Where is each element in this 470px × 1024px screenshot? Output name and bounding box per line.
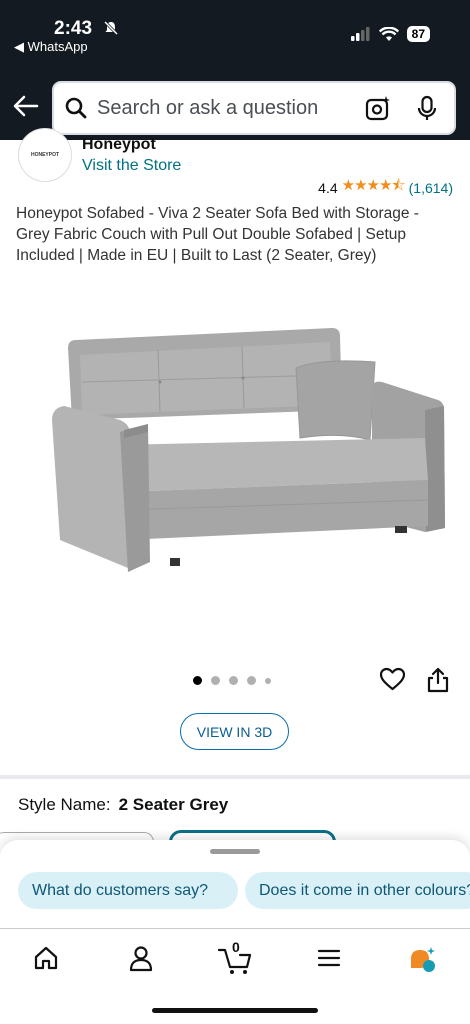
style-selector: Style Name: 2 Seater Grey — [18, 795, 228, 815]
menu-icon[interactable] — [316, 945, 342, 971]
cart-count: 0 — [232, 939, 240, 955]
product-image[interactable] — [20, 300, 450, 590]
status-icons: 87 — [350, 26, 430, 42]
suggestion-chip[interactable]: Does it come in other colours? — [245, 872, 470, 909]
style-value: 2 Seater Grey — [118, 795, 229, 814]
battery-indicator: 87 — [406, 26, 430, 42]
rating-summary[interactable]: 4.4 ★★★★⯪ (1,614) — [318, 175, 453, 200]
cart-button[interactable]: 0 — [217, 939, 252, 980]
product-title: Honeypot Sofabed - Viva 2 Seater Sofa Be… — [16, 205, 419, 264]
status-time: 2:43 — [54, 18, 93, 39]
share-icon[interactable] — [426, 666, 450, 694]
wifi-icon — [378, 26, 399, 41]
signal-icon — [350, 27, 370, 41]
heart-icon[interactable] — [379, 667, 406, 692]
style-label: Style Name: — [18, 795, 111, 814]
search-icon — [65, 97, 87, 119]
silent-bell-icon — [103, 20, 119, 36]
carousel-dot[interactable] — [211, 676, 220, 685]
carousel-dot[interactable] — [229, 676, 238, 685]
home-icon[interactable] — [33, 945, 59, 971]
carousel-dot[interactable] — [247, 676, 256, 685]
rating-value: 4.4 — [318, 179, 338, 196]
home-indicator — [152, 1008, 318, 1013]
star-rating-icon: ★★★★⯪ — [341, 177, 406, 194]
microphone-icon[interactable] — [416, 95, 438, 123]
sheet-grabber[interactable] — [210, 849, 260, 854]
ai-assistant-icon[interactable] — [408, 945, 438, 975]
top-bar: 2:43 ◀ WhatsApp 87 Search or ask a quest… — [0, 0, 470, 140]
account-icon[interactable] — [129, 945, 153, 973]
carousel-dot[interactable] — [265, 677, 271, 684]
section-divider — [0, 775, 470, 779]
camera-lens-icon[interactable] — [364, 95, 392, 123]
suggestion-chip[interactable]: What do customers say? — [18, 872, 238, 909]
carousel-dot[interactable] — [193, 676, 202, 685]
search-bar[interactable]: Search or ask a question — [52, 81, 456, 135]
store-logo[interactable]: HONEYPOT — [18, 128, 72, 182]
back-arrow-icon[interactable] — [12, 94, 40, 118]
store-logo-text: HONEYPOT — [30, 152, 60, 158]
visit-store-link[interactable]: Visit the Store — [82, 157, 181, 175]
store-name: Honeypot — [82, 136, 156, 153]
back-to-app-link[interactable]: ◀ WhatsApp — [14, 39, 88, 55]
review-count-link[interactable]: (1,614) — [409, 180, 453, 196]
image-carousel-dots[interactable] — [193, 676, 271, 685]
search-input[interactable]: Search or ask a question — [97, 97, 318, 120]
rufus-suggestions-sheet[interactable]: What do customers say? Does it come in o… — [0, 840, 470, 940]
view-in-3d-button[interactable]: VIEW IN 3D — [180, 713, 289, 750]
